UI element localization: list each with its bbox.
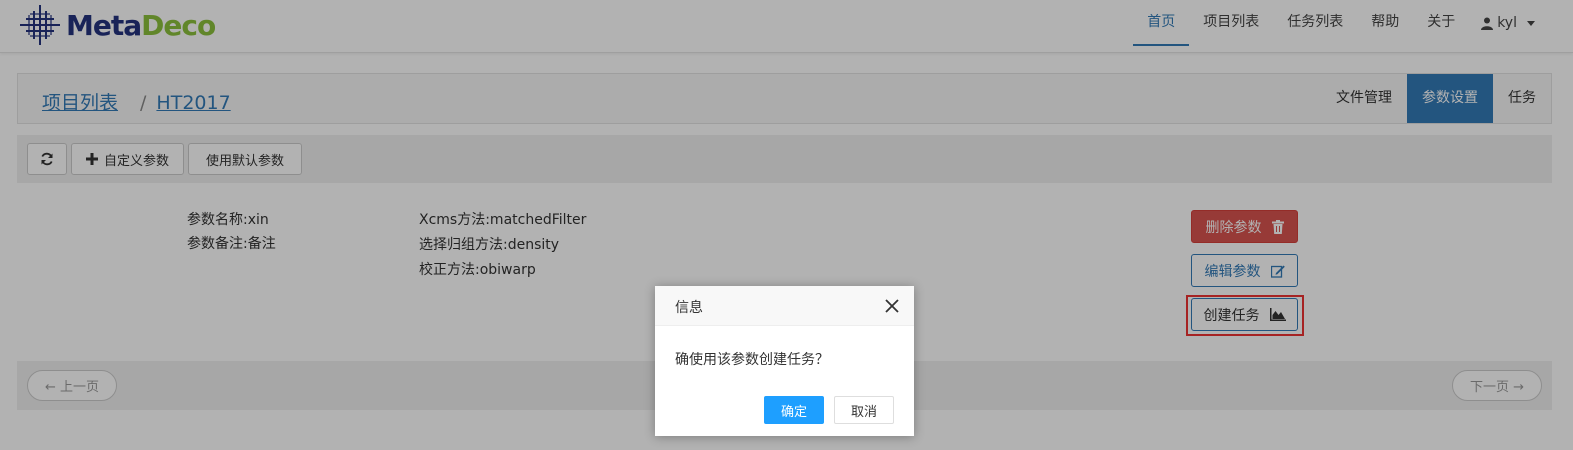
confirm-ok-button[interactable]: 确定	[764, 396, 824, 424]
close-icon[interactable]	[884, 298, 900, 314]
confirm-dialog: 信息 确使用该参数创建任务？ 确定 取消	[655, 286, 914, 436]
confirm-cancel-button[interactable]: 取消	[834, 396, 894, 424]
dialog-header: 信息	[655, 286, 914, 326]
dialog-title: 信息	[675, 300, 703, 316]
dialog-message: 确使用该参数创建任务？	[675, 352, 829, 368]
